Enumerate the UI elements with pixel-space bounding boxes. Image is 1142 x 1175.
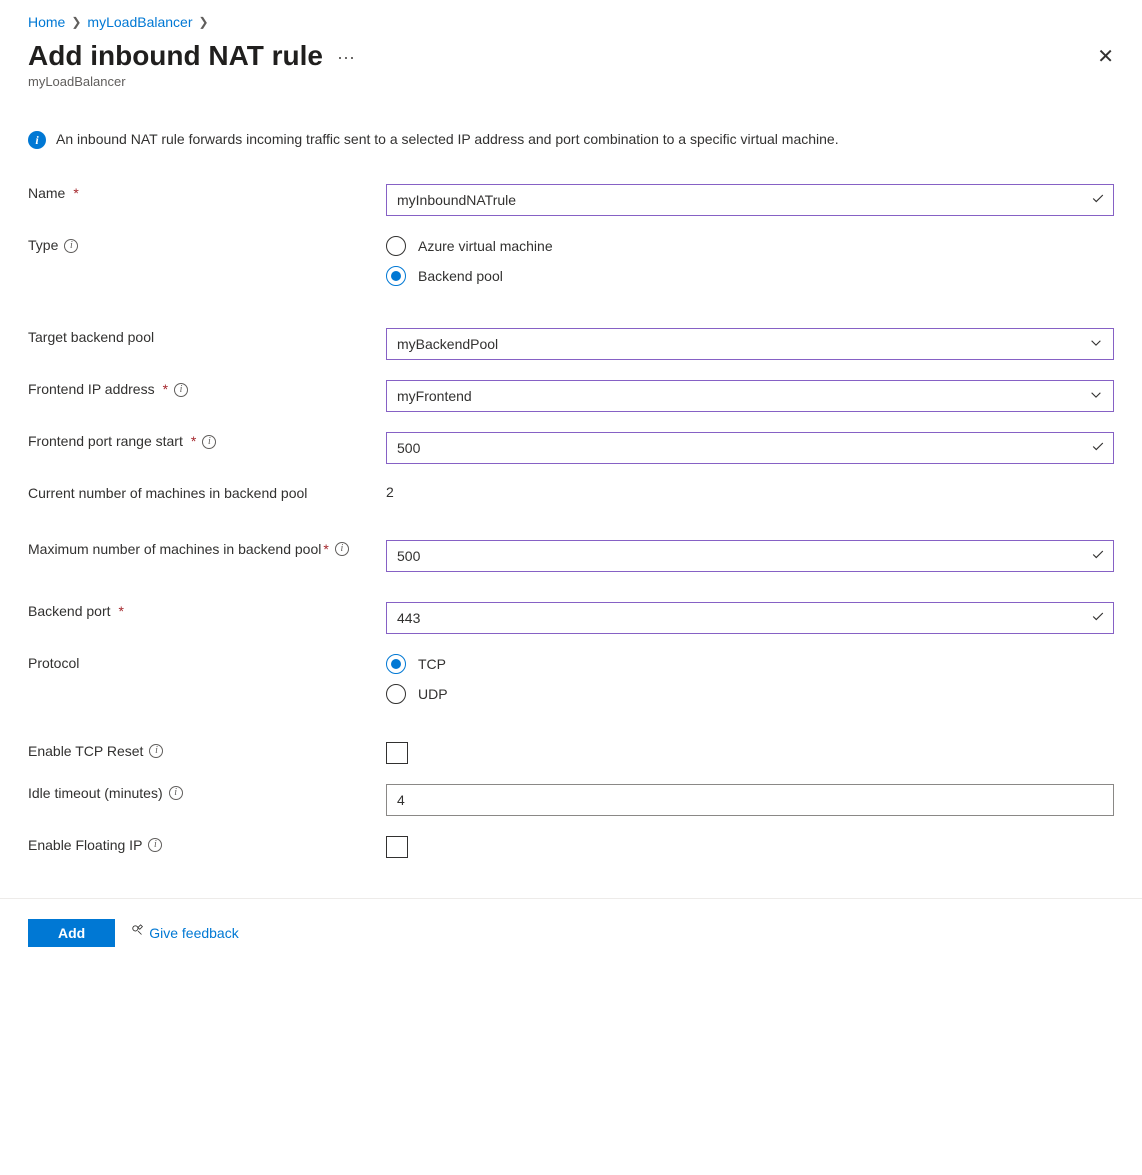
max-machines-value: 500: [397, 548, 420, 564]
type-label: Type i: [28, 226, 386, 266]
checkmark-icon: [1091, 440, 1105, 457]
breadcrumb-home[interactable]: Home: [28, 14, 65, 30]
protocol-option-udp-label: UDP: [418, 686, 448, 702]
footer: Add Give feedback: [0, 898, 1142, 967]
give-feedback-link[interactable]: Give feedback: [131, 924, 239, 941]
info-banner: i An inbound NAT rule forwards incoming …: [28, 129, 1114, 150]
backend-port-input[interactable]: 443: [386, 602, 1114, 634]
frontend-port-start-value: 500: [397, 440, 420, 456]
info-text: An inbound NAT rule forwards incoming tr…: [56, 129, 839, 150]
floating-ip-checkbox[interactable]: [386, 836, 408, 858]
checkmark-icon: [1091, 192, 1105, 209]
backend-port-label: Backend port*: [28, 592, 386, 632]
protocol-option-tcp-label: TCP: [418, 656, 446, 672]
info-hint-icon[interactable]: i: [202, 435, 216, 449]
idle-timeout-input[interactable]: 4: [386, 784, 1114, 816]
info-icon: i: [28, 131, 46, 149]
frontend-ip-value: myFrontend: [397, 388, 472, 404]
max-machines-label: Maximum number of machines in backend po…: [28, 530, 386, 570]
tcp-reset-label: Enable TCP Reset i: [28, 732, 386, 772]
close-icon[interactable]: ✕: [1097, 40, 1114, 69]
backend-port-value: 443: [397, 610, 420, 626]
checkmark-icon: [1091, 609, 1105, 626]
target-backend-pool-select[interactable]: myBackendPool: [386, 328, 1114, 360]
name-label: Name*: [28, 174, 386, 214]
chevron-down-icon: [1089, 336, 1103, 353]
chevron-down-icon: [1089, 388, 1103, 405]
give-feedback-label: Give feedback: [149, 925, 239, 941]
target-backend-pool-value: myBackendPool: [397, 336, 498, 352]
feedback-icon: [131, 924, 145, 941]
page-title: Add inbound NAT rule: [28, 40, 323, 72]
radio-icon: [386, 684, 406, 704]
info-hint-icon[interactable]: i: [149, 744, 163, 758]
current-machines-value: 2: [386, 474, 1114, 510]
protocol-option-tcp[interactable]: TCP: [386, 654, 1114, 674]
type-option-vm[interactable]: Azure virtual machine: [386, 236, 1114, 256]
checkmark-icon: [1091, 547, 1105, 564]
chevron-right-icon: ❯: [198, 15, 208, 29]
add-button[interactable]: Add: [28, 919, 115, 947]
info-hint-icon[interactable]: i: [169, 786, 183, 800]
idle-timeout-label: Idle timeout (minutes) i: [28, 774, 386, 814]
floating-ip-label: Enable Floating IP i: [28, 826, 386, 866]
tcp-reset-checkbox[interactable]: [386, 742, 408, 764]
type-option-pool-label: Backend pool: [418, 268, 503, 284]
radio-icon: [386, 236, 406, 256]
frontend-ip-select[interactable]: myFrontend: [386, 380, 1114, 412]
info-hint-icon[interactable]: i: [335, 542, 349, 556]
info-hint-icon[interactable]: i: [174, 383, 188, 397]
chevron-right-icon: ❯: [71, 15, 81, 29]
type-option-vm-label: Azure virtual machine: [418, 238, 553, 254]
protocol-label: Protocol: [28, 644, 386, 684]
breadcrumb-resource[interactable]: myLoadBalancer: [87, 14, 192, 30]
info-hint-icon[interactable]: i: [148, 838, 162, 852]
more-actions-button[interactable]: ⋯: [337, 44, 356, 69]
current-machines-label: Current number of machines in backend po…: [28, 474, 386, 514]
page-subtitle: myLoadBalancer: [28, 74, 1114, 89]
breadcrumb: Home ❯ myLoadBalancer ❯: [28, 14, 1114, 30]
max-machines-input[interactable]: 500: [386, 540, 1114, 572]
frontend-port-start-label: Frontend port range start* i: [28, 422, 386, 462]
frontend-ip-label: Frontend IP address* i: [28, 370, 386, 410]
target-backend-pool-label: Target backend pool: [28, 318, 386, 358]
frontend-port-start-input[interactable]: 500: [386, 432, 1114, 464]
type-option-pool[interactable]: Backend pool: [386, 266, 1114, 286]
info-hint-icon[interactable]: i: [64, 239, 78, 253]
protocol-option-udp[interactable]: UDP: [386, 684, 1114, 704]
name-value: myInboundNATrule: [397, 192, 516, 208]
name-input[interactable]: myInboundNATrule: [386, 184, 1114, 216]
radio-icon: [386, 266, 406, 286]
idle-timeout-value: 4: [397, 792, 405, 808]
radio-icon: [386, 654, 406, 674]
